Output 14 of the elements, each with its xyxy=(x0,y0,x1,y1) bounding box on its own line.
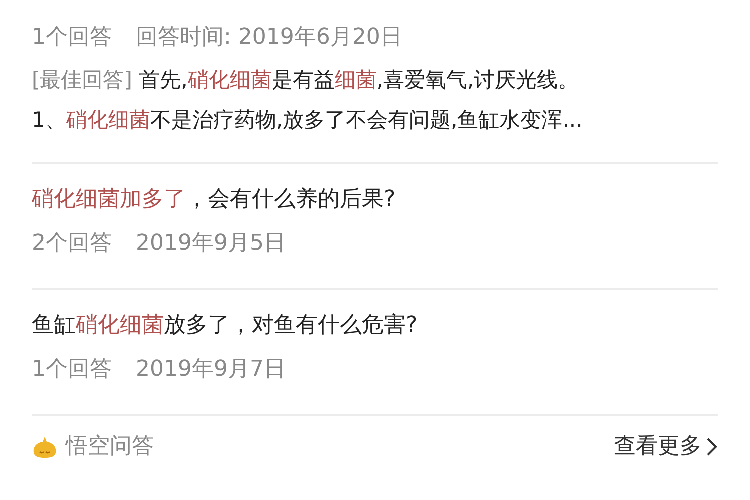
answer-text: [最佳回答] 首先,硝化细菌是有益细菌,喜爱氧气,讨厌光线。 xyxy=(32,67,580,94)
brand-logo-icon xyxy=(32,434,58,458)
meta-text: 2019年9月5日 xyxy=(136,230,286,258)
see-more-link[interactable]: 查看更多 xyxy=(614,430,718,463)
chevron-right-icon xyxy=(706,436,718,456)
brand-name: 悟空问答 xyxy=(66,433,154,461)
meta-text: 1个回答 xyxy=(32,356,112,384)
meta-text: 2个回答 xyxy=(32,230,112,258)
meta-text: 2019年9月7日 xyxy=(136,356,286,384)
meta-text: 回答时间: 2019年6月20日 xyxy=(136,24,402,52)
answer-text: 1、硝化细菌不是治疗药物,放多了不会有问题,鱼缸水变浑... xyxy=(32,107,584,134)
meta-text: 1个回答 xyxy=(32,24,112,52)
question-title[interactable]: 鱼缸硝化细菌放多了，对鱼有什么危害? xyxy=(32,304,718,348)
question-title[interactable]: 硝化细菌加多了，会有什么养的后果? xyxy=(32,178,718,222)
